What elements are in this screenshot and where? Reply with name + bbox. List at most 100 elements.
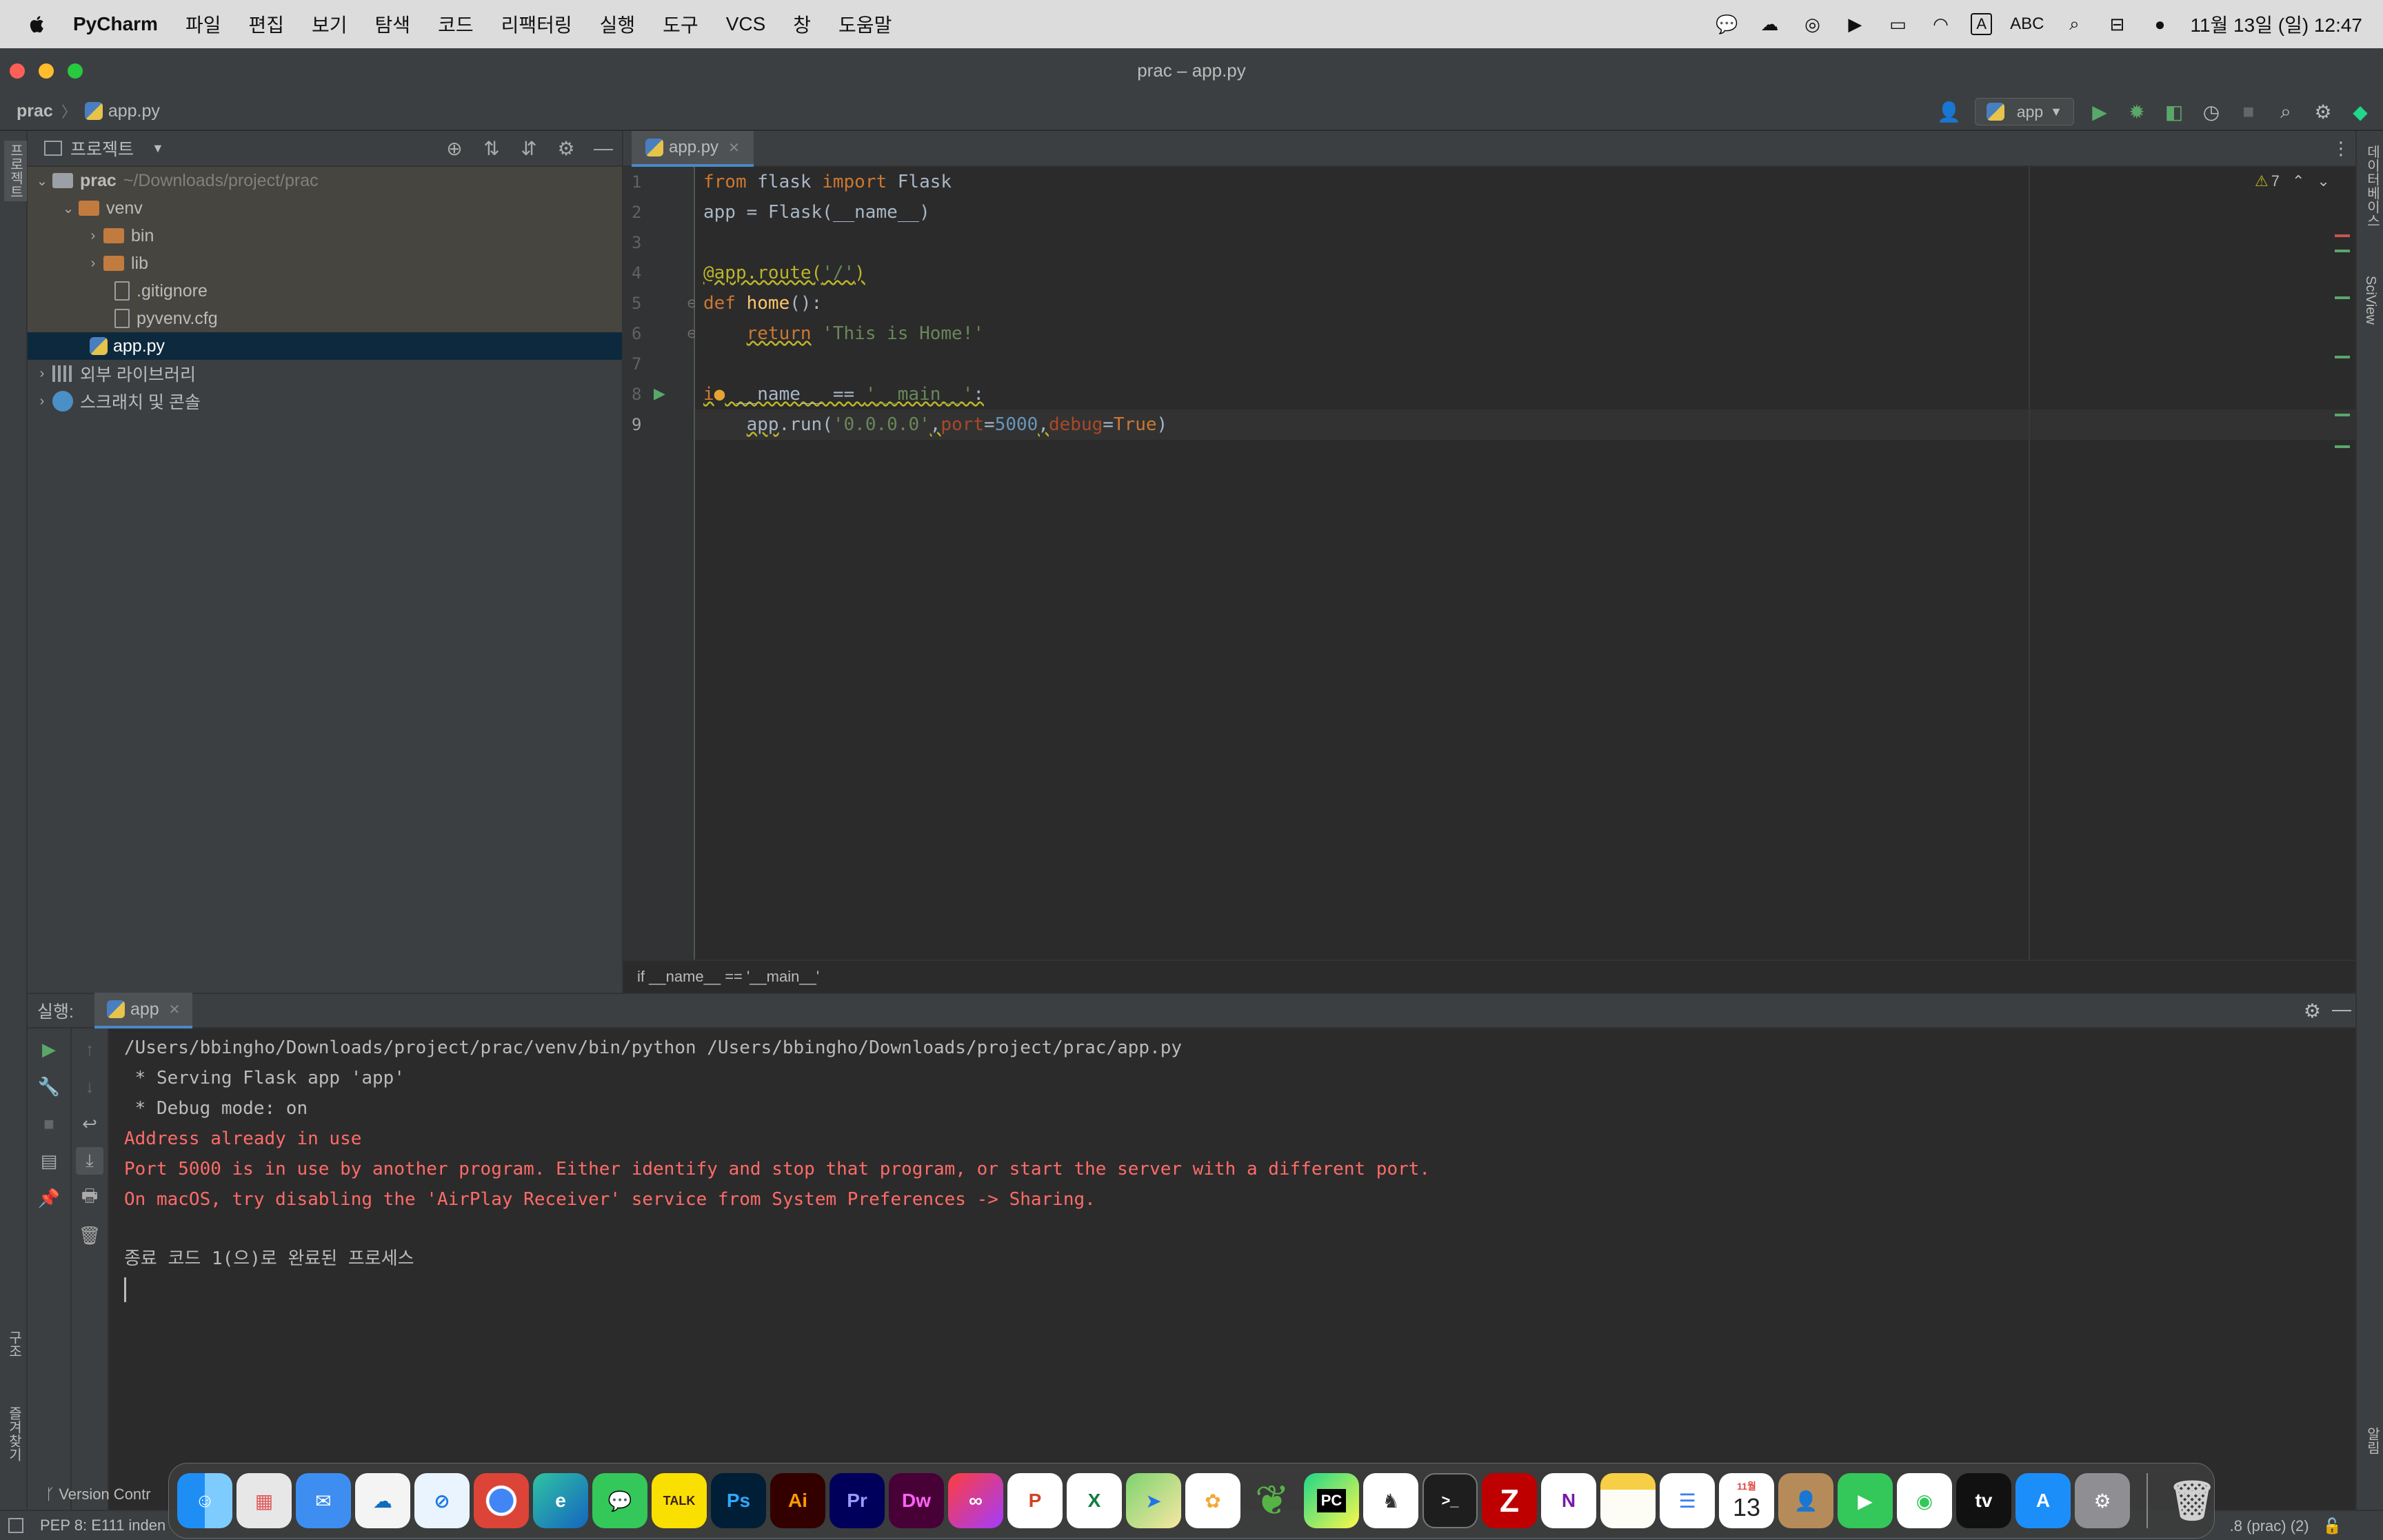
control-center-icon[interactable]: ⊟	[2104, 14, 2129, 34]
nav-crumb-project[interactable]: prac	[17, 101, 53, 121]
change-stripe-mark[interactable]	[2335, 250, 2350, 252]
play-circle-icon[interactable]: ▶	[1842, 14, 1867, 34]
photoshop-icon[interactable]: Ps	[711, 1473, 766, 1528]
database-tool-button[interactable]: 데이터베이스	[2362, 145, 2382, 227]
menu-tools[interactable]: 도구	[663, 10, 698, 38]
code-line-9[interactable]: app.run('0.0.0.0',port=5000,debug=True)	[695, 409, 2355, 440]
profile-icon[interactable]: ◷	[2200, 100, 2223, 123]
search-everywhere-icon[interactable]: ⌕	[2274, 100, 2297, 123]
mail-icon[interactable]: ✉	[296, 1473, 351, 1528]
change-stripe-mark[interactable]	[2335, 356, 2350, 358]
code-line-3[interactable]	[695, 227, 2355, 258]
favorites-tool-button[interactable]: 즐겨찾기	[4, 1406, 24, 1461]
messages-icon[interactable]: 💬	[592, 1473, 647, 1528]
code-line-4[interactable]: @app.route('/')	[695, 258, 2355, 288]
edge-icon[interactable]: e	[533, 1473, 588, 1528]
tree-item-external-libraries[interactable]: › 외부 라이브러리	[28, 360, 622, 387]
inspection-widget[interactable]: ⚠ 7 ⌃ ⌄	[2255, 172, 2330, 190]
run-tab-app[interactable]: app ✕	[94, 993, 193, 1029]
menu-code[interactable]: 코드	[438, 10, 474, 38]
safari-icon[interactable]: ⊘	[414, 1473, 470, 1528]
chevron-right-icon[interactable]: ›	[32, 394, 52, 409]
tree-item-scratches[interactable]: › 스크래치 및 콘솔	[28, 387, 622, 415]
pin-tab-icon[interactable]: 📌	[35, 1184, 63, 1212]
menu-run[interactable]: 실행	[600, 10, 636, 38]
hide-panel-icon[interactable]: —	[2332, 998, 2351, 1020]
close-tab-icon[interactable]: ✕	[169, 1001, 181, 1018]
expand-all-icon[interactable]: ⇅	[480, 136, 503, 160]
error-stripe-mark[interactable]	[2335, 234, 2350, 237]
code-line-6[interactable]: return 'This is Home!'	[695, 318, 2355, 349]
close-tab-icon[interactable]: ✕	[728, 139, 740, 156]
soft-wrap-icon[interactable]: ↩	[76, 1110, 103, 1137]
find-my-icon[interactable]: ◉	[1897, 1473, 1952, 1528]
launchpad-icon[interactable]: ▦	[237, 1473, 292, 1528]
menu-view[interactable]: 보기	[312, 10, 348, 38]
apple-tv-icon[interactable]: tv	[1956, 1473, 2011, 1528]
run-console-output[interactable]: /Users/bbingho/Downloads/project/prac/ve…	[109, 1029, 2355, 1483]
close-window-button[interactable]	[10, 63, 25, 79]
menu-help[interactable]: 도움말	[838, 10, 892, 38]
stop-icon[interactable]: ■	[2237, 100, 2260, 123]
excel-icon[interactable]: X	[1067, 1473, 1122, 1528]
change-stripe-mark[interactable]	[2335, 445, 2350, 448]
contacts-icon[interactable]: 👤	[1778, 1473, 1833, 1528]
trash-icon[interactable]: 🗑	[2164, 1473, 2220, 1528]
nav-crumb-file[interactable]: app.py	[108, 101, 160, 121]
locate-file-icon[interactable]: ⊕	[443, 136, 466, 160]
tree-item-prac[interactable]: ⌄ prac ~/Downloads/project/prac	[28, 167, 622, 194]
tree-item-app-py[interactable]: app.py	[28, 332, 622, 360]
debug-icon[interactable]: ✹	[2125, 100, 2149, 123]
run-icon[interactable]: ▶	[2088, 100, 2111, 123]
code-line-1[interactable]: from flask import Flask	[695, 167, 2355, 197]
photos-icon[interactable]: ✿	[1185, 1473, 1240, 1528]
status-toggle-icon[interactable]	[8, 1518, 23, 1533]
battery-icon[interactable]: ▭	[1885, 14, 1910, 34]
menu-file[interactable]: 파일	[185, 10, 221, 38]
creative-cloud-app-icon[interactable]: ∞	[948, 1473, 1003, 1528]
siri-icon[interactable]: ●	[2147, 14, 2172, 34]
tree-item-lib[interactable]: › lib	[28, 250, 622, 277]
project-tool-button[interactable]: 프로젝트	[4, 141, 27, 201]
creative-cloud-icon[interactable]: ◎	[1800, 14, 1824, 34]
run-configuration-select[interactable]: app ▼	[1974, 98, 2074, 125]
minimize-window-button[interactable]	[39, 63, 54, 79]
layout-icon[interactable]: ▤	[35, 1147, 63, 1175]
tree-item-gitignore[interactable]: .gitignore	[28, 277, 622, 305]
apple-logo-icon[interactable]	[28, 13, 46, 35]
menu-app-name[interactable]: PyCharm	[73, 13, 158, 35]
structure-tool-button[interactable]: 구조	[4, 1330, 24, 1358]
chat-icon[interactable]: 💬	[1714, 14, 1739, 34]
code-line-7[interactable]	[695, 349, 2355, 379]
print-icon[interactable]: 🖶	[76, 1184, 103, 1212]
code-line-5[interactable]: def home():	[695, 288, 2355, 318]
kakaotalk-icon[interactable]: TALK	[652, 1473, 707, 1528]
previous-highlight-icon[interactable]: ⌃	[2292, 172, 2304, 190]
scroll-to-end-icon[interactable]: ⤓	[76, 1147, 103, 1175]
project-panel-title[interactable]: 프로젝트	[70, 136, 134, 161]
version-control-tool-button[interactable]: ᚴ Version Contr	[46, 1486, 151, 1503]
onenote-icon[interactable]: N	[1541, 1473, 1596, 1528]
input-source-badge[interactable]: A	[1971, 13, 1993, 35]
run-settings-gear-icon[interactable]: ⚙	[2304, 1000, 2321, 1022]
app-store-icon[interactable]: A	[2015, 1473, 2071, 1528]
onedrive-icon[interactable]: ☁	[355, 1473, 410, 1528]
calendar-icon[interactable]: 11월 13	[1719, 1473, 1774, 1528]
menu-edit[interactable]: 편집	[248, 10, 284, 38]
tree-item-bin[interactable]: › bin	[28, 222, 622, 250]
notes-icon[interactable]	[1600, 1473, 1656, 1528]
code-editor[interactable]: from flask import Flask app = Flask(__na…	[695, 167, 2355, 960]
chevron-down-icon[interactable]: ⌄	[32, 172, 52, 190]
console-input-line[interactable]	[109, 1274, 2355, 1304]
more-options-icon[interactable]: ⋮	[2332, 138, 2350, 159]
panel-settings-gear-icon[interactable]: ⚙	[554, 136, 578, 160]
editor-breadcrumb[interactable]: if __name__ == '__main__'	[623, 960, 2355, 993]
editor-tab-app-py[interactable]: app.py ✕	[632, 131, 754, 167]
stop-icon[interactable]: ■	[35, 1110, 63, 1137]
filezilla-icon[interactable]: Z	[1482, 1473, 1537, 1528]
coverage-icon[interactable]: ◧	[2162, 100, 2186, 123]
scroll-up-icon[interactable]: ↑	[76, 1035, 103, 1063]
run-gutter-icon[interactable]: ▶	[654, 385, 665, 403]
tree-item-venv[interactable]: ⌄ venv	[28, 194, 622, 222]
user-account-icon[interactable]: 👤	[1937, 100, 1961, 123]
